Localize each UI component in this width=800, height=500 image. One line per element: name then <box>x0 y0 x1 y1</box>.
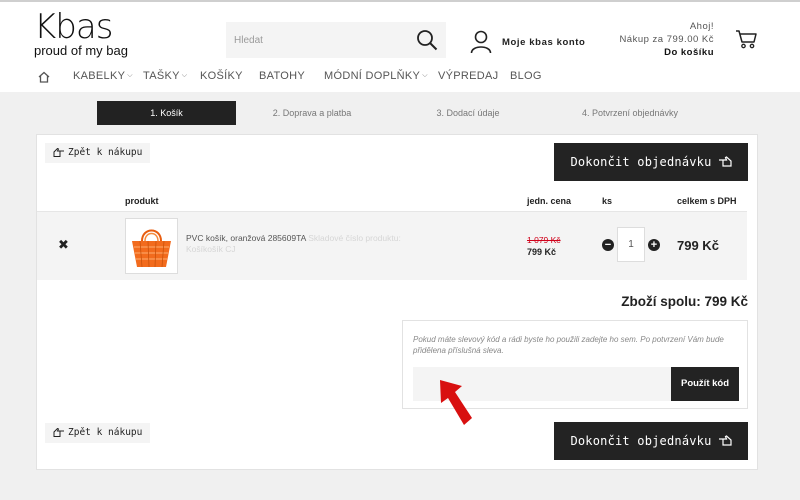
header-product: produkt <box>125 196 159 206</box>
back-to-shop-button-bottom[interactable]: Zpět k nákupu <box>45 423 151 443</box>
step-delivery[interactable]: 3. Dodací údaje <box>413 101 523 125</box>
qty-minus-button[interactable]: − <box>602 239 614 251</box>
cart-link[interactable]: Do košíku <box>619 46 714 59</box>
finish-order-button-bottom[interactable]: Dokončit objednávku <box>554 422 748 460</box>
step-cart[interactable]: 1. Košík <box>97 101 236 125</box>
nav-batohy[interactable]: BATOHY <box>259 70 305 82</box>
chevron-down-icon: ⌵ <box>422 72 428 79</box>
qty-plus-button[interactable]: + <box>648 239 660 251</box>
old-price: 1 079 Kč <box>527 235 561 245</box>
nav-blog[interactable]: BLOG <box>510 70 542 82</box>
site-header: Kbas proud of my bag Moje kbas konto Aho… <box>0 2 800 92</box>
header-total: celkem s DPH <box>677 196 737 206</box>
nav-home[interactable] <box>38 70 50 88</box>
basket-image <box>132 229 171 268</box>
apply-coupon-button[interactable]: Použít kód <box>671 367 739 401</box>
search-icon <box>417 30 438 51</box>
hand-right-icon <box>718 435 732 446</box>
cart-summary-total: Zboží spolu: 799 Kč <box>621 294 748 309</box>
search-box <box>226 22 446 58</box>
account-link[interactable]: Moje kbas konto <box>470 27 585 57</box>
chevron-down-icon: ⌵ <box>181 72 188 79</box>
home-icon <box>38 71 50 83</box>
user-icon <box>470 30 492 54</box>
step-confirm[interactable]: 4. Potvrzení objednávky <box>555 101 705 125</box>
header-unit-price: jedn. cena <box>527 196 572 206</box>
step-shipping[interactable]: 2. Doprava a platba <box>257 101 367 125</box>
unit-price: 799 Kč <box>527 247 557 257</box>
product-thumbnail[interactable] <box>125 218 178 274</box>
remove-item-button[interactable]: ✖ <box>58 237 69 253</box>
cart-summary: Nákup za 799.00 Kč <box>619 34 714 45</box>
qty-input[interactable] <box>617 227 645 262</box>
back-to-shop-button[interactable]: Zpět k nákupu <box>45 143 151 163</box>
finish-order-button[interactable]: Dokončit objednávku <box>554 143 748 181</box>
nav-kosiky[interactable]: KOŠÍKY <box>200 70 243 82</box>
chevron-down-icon: ⌵ <box>127 72 133 79</box>
coupon-description: Pokud máte slevový kód a rádi byste ho p… <box>413 335 724 355</box>
header-qty: ks <box>602 196 613 206</box>
red-arrow-icon <box>440 380 472 425</box>
hand-left-icon <box>53 148 64 157</box>
nav-tasky[interactable]: TAŠKY ⌵ <box>143 70 187 82</box>
logo-wordmark: Kbas <box>34 7 113 47</box>
account-label: Moje kbas konto <box>502 36 586 48</box>
cart-greeting: Ahoj! <box>689 21 714 32</box>
logo[interactable]: Kbas proud of my bag <box>34 7 134 58</box>
search-input[interactable] <box>226 22 406 58</box>
cart-info[interactable]: Ahoj! Nákup za 799.00 Kč Do košíku <box>619 20 714 59</box>
cart-icon <box>736 30 757 49</box>
nav-vypredaj[interactable]: VÝPREDAJ <box>438 70 498 82</box>
hand-right-icon <box>718 156 732 167</box>
hand-left-icon <box>53 428 64 437</box>
nav-kabelky[interactable]: KABELKY ⌵ <box>73 70 133 82</box>
logo-tagline: proud of my bag <box>34 43 128 58</box>
nav-modni-doplnky[interactable]: MÓDNÍ DOPLŇKY ⌵ <box>324 70 428 82</box>
search-button[interactable] <box>416 29 438 51</box>
main-nav: KABELKY ⌵ TAŠKY ⌵ KOŠÍKY BATOHY MÓDNÍ DOPL… <box>0 68 800 88</box>
row-total: 799 Kč <box>677 238 719 253</box>
product-name[interactable]: PVC košík, oranžová 285609TA Skladové čí… <box>186 233 426 255</box>
cart-button[interactable] <box>735 29 757 54</box>
